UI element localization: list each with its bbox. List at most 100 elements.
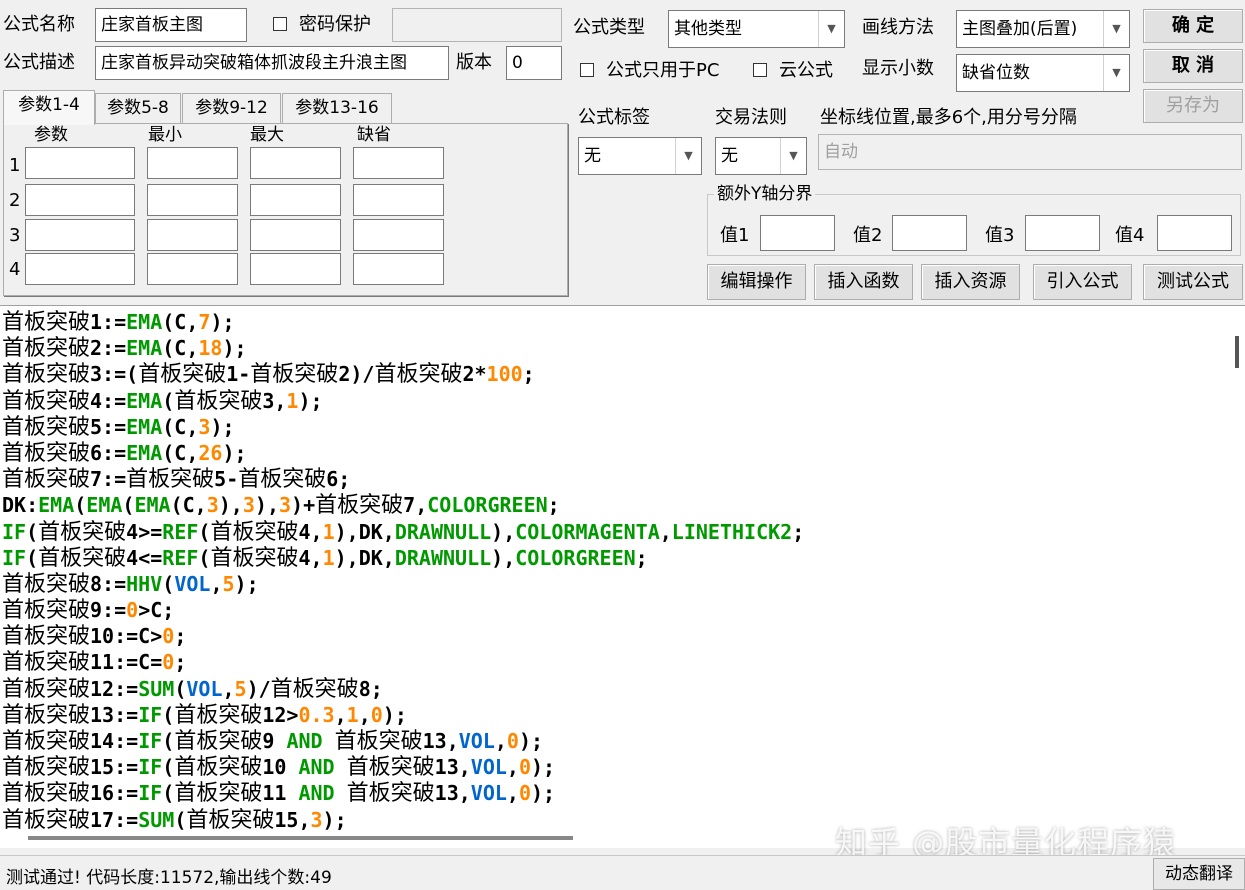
version-label: 版本 [456, 52, 492, 73]
code-line[interactable]: 首板突破15:=IF(首板突破10 AND 首板突破13,VOL,0); [2, 754, 804, 780]
formula-tag-select[interactable]: 无 ▼ [578, 137, 702, 175]
password-label: 密码保护 [299, 14, 371, 35]
edit-ops-button[interactable]: 编辑操作 [707, 264, 806, 300]
value-2-label: 值2 [853, 225, 883, 246]
param-3-min-input[interactable] [147, 219, 238, 251]
param-1-default-input[interactable] [353, 147, 444, 179]
insert-resource-button[interactable]: 插入资源 [921, 264, 1020, 300]
version-input[interactable]: 0 [506, 46, 562, 80]
save-as-button: 另存为 [1143, 89, 1243, 123]
formula-name-input[interactable]: 庄家首板主图 [95, 8, 247, 42]
param-1-max-input[interactable] [250, 147, 341, 179]
formula-tag-value: 无 [584, 146, 601, 166]
code-line[interactable]: 首板突破8:=HHV(VOL,5); [2, 571, 804, 597]
code-line[interactable]: 首板突破5:=EMA(C,3); [2, 414, 804, 440]
vertical-scrollbar[interactable] [1235, 336, 1239, 368]
param-header-default: 缺省 [357, 125, 391, 145]
value-3-input[interactable] [1025, 215, 1100, 251]
tab-params-13-16[interactable]: 参数13-16 [282, 93, 392, 123]
value-1-label: 值1 [720, 225, 750, 246]
test-formula-button[interactable]: 测试公式 [1143, 264, 1243, 300]
param-row-number: 1 [9, 155, 21, 176]
insert-function-button[interactable]: 插入函数 [814, 264, 913, 300]
code-content[interactable]: 首板突破1:=EMA(C,7); 首板突破2:=EMA(C,18); 首板突破3:=… [2, 309, 804, 833]
code-line[interactable]: 首板突破4:=EMA(首板突破3,1); [2, 388, 804, 414]
param-2-default-input[interactable] [353, 184, 444, 216]
code-line[interactable]: 首板突破9:=0>C; [2, 597, 804, 623]
tab-params-9-12[interactable]: 参数9-12 [182, 93, 281, 123]
draw-method-value: 主图叠加(后置) [962, 19, 1078, 39]
code-line[interactable]: 首板突破10:=C>0; [2, 623, 804, 649]
tab-params-1-4[interactable]: 参数1-4 [3, 90, 95, 125]
ok-button[interactable]: 确 定 [1143, 9, 1243, 43]
decimals-select[interactable]: 缺省位数 ▼ [956, 54, 1130, 92]
param-3-max-input[interactable] [250, 219, 341, 251]
formula-name-label: 公式名称 [3, 14, 75, 35]
code-line[interactable]: 首板突破13:=IF(首板突破12>0.3,1,0); [2, 702, 804, 728]
code-line[interactable]: IF(首板突破4>=REF(首板突破4,1),DK,DRAWNULL),COLO… [2, 519, 804, 545]
value-1-input[interactable] [760, 215, 835, 251]
code-line[interactable]: 首板突破6:=EMA(C,26); [2, 440, 804, 466]
formula-type-value: 其他类型 [674, 19, 742, 39]
chevron-down-icon: ▼ [675, 138, 701, 174]
dynamic-translate-button[interactable]: 动态翻译 [1153, 858, 1245, 890]
param-4-name-input[interactable] [25, 253, 135, 285]
trade-rule-label: 交易法则 [715, 107, 787, 128]
chevron-down-icon: ▼ [1103, 55, 1129, 91]
tab-params-5-8[interactable]: 参数5-8 [95, 93, 181, 123]
value-4-label: 值4 [1115, 225, 1145, 246]
param-header-name: 参数 [34, 125, 68, 145]
param-row-number: 3 [9, 225, 21, 246]
param-3-default-input[interactable] [353, 219, 444, 251]
import-formula-button[interactable]: 引入公式 [1033, 264, 1132, 300]
status-message: 测试通过! 代码长度:11572,输出线个数:49 [6, 868, 332, 888]
formula-type-label: 公式类型 [573, 17, 645, 38]
draw-method-select[interactable]: 主图叠加(后置) ▼ [956, 10, 1130, 48]
param-2-name-input[interactable] [25, 184, 135, 216]
param-4-default-input[interactable] [353, 253, 444, 285]
code-line[interactable]: 首板突破17:=SUM(首板突破15,3); [2, 807, 804, 833]
code-editor[interactable]: 首板突破1:=EMA(C,7); 首板突破2:=EMA(C,18); 首板突破3:=… [0, 305, 1245, 848]
param-2-max-input[interactable] [250, 184, 341, 216]
code-line[interactable]: 首板突破1:=EMA(C,7); [2, 309, 804, 335]
chevron-down-icon: ▼ [818, 11, 844, 47]
formula-tag-label: 公式标签 [578, 107, 650, 128]
code-line[interactable]: 首板突破14:=IF(首板突破9 AND 首板突破13,VOL,0); [2, 728, 804, 754]
axis-lines-label: 坐标线位置,最多6个,用分号分隔 [820, 107, 1077, 128]
pc-only-checkbox[interactable] [580, 63, 594, 77]
horizontal-scrollbar[interactable] [28, 836, 573, 840]
status-bar: 测试通过! 代码长度:11572,输出线个数:49 动态翻译 [0, 855, 1245, 890]
param-4-max-input[interactable] [250, 253, 341, 285]
axis-lines-input: 自动 [818, 134, 1242, 170]
code-line[interactable]: 首板突破12:=SUM(VOL,5)/首板突破8; [2, 676, 804, 702]
formula-type-select[interactable]: 其他类型 ▼ [668, 10, 845, 48]
code-line[interactable]: DK:EMA(EMA(EMA(C,3),3),3)+首板突破7,COLORGRE… [2, 492, 804, 518]
param-4-min-input[interactable] [147, 253, 238, 285]
formula-desc-input[interactable]: 庄家首板异动突破箱体抓波段主升浪主图 [95, 46, 449, 80]
param-2-min-input[interactable] [147, 184, 238, 216]
value-2-input[interactable] [892, 215, 967, 251]
code-line[interactable]: 首板突破7:=首板突破5-首板突破6; [2, 466, 804, 492]
param-row-number: 2 [9, 190, 21, 211]
code-line[interactable]: IF(首板突破4<=REF(首板突破4,1),DK,DRAWNULL),COLO… [2, 545, 804, 571]
param-row-number: 4 [9, 259, 21, 280]
cancel-button[interactable]: 取 消 [1143, 49, 1243, 83]
code-line[interactable]: 首板突破2:=EMA(C,18); [2, 335, 804, 361]
param-3-name-input[interactable] [25, 219, 135, 251]
extra-y-axis-title: 额外Y轴分界 [714, 183, 816, 205]
trade-rule-select[interactable]: 无 ▼ [715, 137, 807, 175]
param-1-min-input[interactable] [147, 147, 238, 179]
code-line[interactable]: 首板突破16:=IF(首板突破11 AND 首板突破13,VOL,0); [2, 780, 804, 806]
chevron-down-icon: ▼ [780, 138, 806, 174]
cloud-checkbox[interactable] [753, 63, 767, 77]
trade-rule-value: 无 [721, 146, 738, 166]
password-checkbox[interactable] [273, 17, 287, 31]
code-line[interactable]: 首板突破11:=C=0; [2, 649, 804, 675]
param-1-name-input[interactable] [25, 147, 135, 179]
decimals-value: 缺省位数 [962, 63, 1030, 83]
decimals-label: 显示小数 [862, 58, 934, 79]
pc-only-label: 公式只用于PC [606, 60, 720, 81]
code-line[interactable]: 首板突破3:=(首板突破1-首板突破2)/首板突破2*100; [2, 361, 804, 387]
cloud-label: 云公式 [779, 60, 833, 81]
value-4-input[interactable] [1157, 215, 1232, 251]
